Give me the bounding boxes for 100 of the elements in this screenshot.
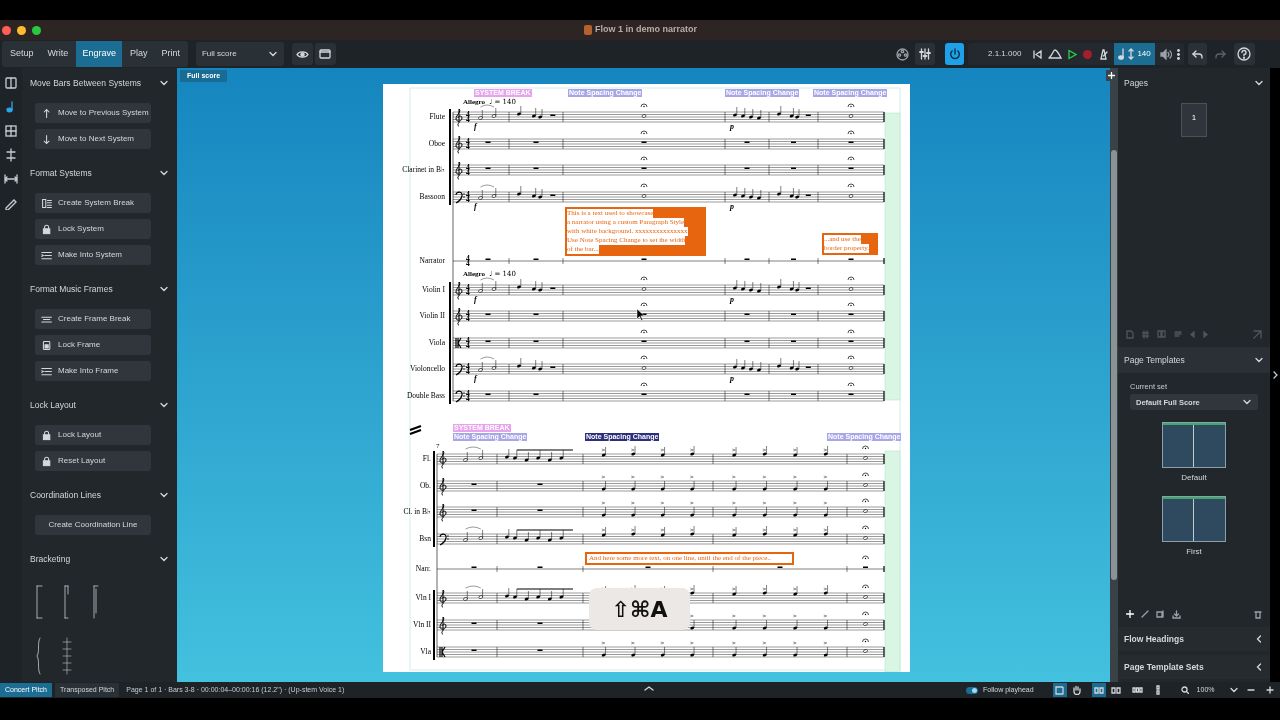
grid-icon bbox=[4, 124, 18, 138]
tool-button[interactable] bbox=[3, 172, 19, 186]
select-tool-button[interactable] bbox=[1052, 683, 1067, 697]
page-thumbnail[interactable]: 1 bbox=[1181, 103, 1207, 137]
hand-icon bbox=[1071, 685, 1081, 695]
page-icon bbox=[1126, 329, 1134, 339]
import-icon bbox=[1172, 609, 1181, 619]
panel-button[interactable]: Lock Frame bbox=[35, 335, 151, 355]
section-header[interactable]: Move Bars Between Systems bbox=[22, 71, 177, 95]
zoom-in-button[interactable] bbox=[1265, 686, 1274, 694]
panel-button[interactable]: Lock Layout bbox=[35, 425, 151, 445]
triangle-left-icon bbox=[1190, 330, 1195, 338]
power-button[interactable] bbox=[945, 43, 964, 65]
panel-button[interactable]: Make Into Frame bbox=[35, 361, 151, 381]
layout-dropdown[interactable]: Full score bbox=[195, 42, 284, 66]
add-button[interactable] bbox=[1106, 70, 1117, 81]
window-icon bbox=[319, 49, 332, 59]
template-thumbnail[interactable] bbox=[1162, 496, 1226, 543]
kebab-menu-icon bbox=[1176, 48, 1180, 60]
tool-button[interactable] bbox=[3, 124, 19, 138]
expand-icon[interactable] bbox=[644, 685, 654, 691]
section-header[interactable]: Flow Headings bbox=[1118, 627, 1270, 651]
view-mode-button[interactable] bbox=[1091, 683, 1106, 697]
skip-back-icon bbox=[1032, 48, 1044, 60]
mode-tab[interactable]: Write bbox=[41, 41, 75, 67]
trash-icon bbox=[1254, 609, 1262, 619]
section-header[interactable]: Page Template Sets bbox=[1118, 655, 1270, 679]
chevron-down-icon bbox=[159, 168, 169, 178]
section-header[interactable]: Format Systems bbox=[22, 161, 177, 185]
width-arrows-icon bbox=[4, 172, 18, 186]
metronome-button[interactable] bbox=[1098, 48, 1110, 60]
minimize-window-button[interactable] bbox=[17, 25, 26, 35]
view-mode-button[interactable] bbox=[1155, 685, 1160, 695]
panel-button[interactable]: Move to Previous System bbox=[35, 103, 151, 123]
help-button[interactable] bbox=[1233, 43, 1255, 65]
metronome-icon bbox=[1098, 48, 1110, 60]
window-layout-button[interactable] bbox=[314, 43, 336, 65]
keystroke-overlay: ⇧⌘A bbox=[589, 588, 690, 630]
system-break-icon bbox=[41, 197, 52, 209]
section-header[interactable]: Page Templates bbox=[1118, 347, 1270, 373]
mode-tab[interactable]: Play bbox=[123, 41, 154, 67]
slash-mark-icon bbox=[409, 425, 422, 435]
sub-bracket-icon bbox=[62, 585, 72, 619]
eye-icon bbox=[295, 49, 309, 59]
template-thumbnail[interactable] bbox=[1162, 422, 1226, 469]
panel-button[interactable]: Reset Layout bbox=[35, 451, 151, 471]
section-header[interactable]: Coordination Lines bbox=[22, 483, 177, 507]
section-header[interactable]: Bracketing bbox=[22, 547, 177, 571]
fermata-rest-icon bbox=[862, 555, 869, 568]
sliders-icon bbox=[919, 48, 931, 60]
panel-button[interactable]: Move to Next System bbox=[35, 129, 151, 149]
tool-button[interactable] bbox=[3, 76, 19, 90]
chevron-down-icon bbox=[1254, 78, 1264, 88]
section-header[interactable]: Format Music Frames bbox=[22, 277, 177, 301]
mode-tab[interactable]: Setup bbox=[4, 41, 40, 67]
tempo-button[interactable]: 140 bbox=[1114, 43, 1155, 65]
close-window-button[interactable] bbox=[2, 25, 11, 35]
dynamic-marking: f bbox=[474, 123, 477, 131]
template-name: First bbox=[1186, 546, 1202, 559]
chevron-left-icon bbox=[1254, 634, 1264, 644]
zoom-out-button[interactable] bbox=[1246, 686, 1255, 694]
mode-tab[interactable]: Print bbox=[155, 41, 186, 67]
section-header[interactable]: Lock Layout bbox=[22, 393, 177, 417]
mode-tab[interactable]: Engrave bbox=[76, 41, 122, 67]
view-mode-button[interactable] bbox=[1131, 687, 1143, 693]
grid-bracket-icon bbox=[62, 637, 72, 675]
plus-icon bbox=[1265, 686, 1274, 694]
follow-toggle[interactable] bbox=[966, 686, 978, 694]
panel-button[interactable]: Create Frame Break bbox=[35, 309, 151, 329]
dynamic-marking: p bbox=[730, 123, 734, 131]
panel-button[interactable]: Make Into System bbox=[35, 245, 151, 265]
rewind-button[interactable] bbox=[1032, 48, 1044, 60]
undo-button[interactable] bbox=[1187, 43, 1207, 65]
play-button[interactable] bbox=[1067, 48, 1078, 60]
pages-column-icon bbox=[1155, 685, 1160, 695]
spacing-icon bbox=[4, 148, 18, 162]
window-title: Flow 1 in demo narrator bbox=[595, 23, 697, 36]
hand-tool-button[interactable] bbox=[1071, 685, 1081, 695]
chevron-down-icon bbox=[159, 78, 169, 88]
panel-button[interactable]: Lock System bbox=[35, 219, 151, 239]
view-options-button[interactable] bbox=[291, 43, 313, 65]
indent-icon bbox=[41, 365, 52, 377]
view-mode-button[interactable] bbox=[1110, 686, 1121, 694]
zoom-window-button[interactable] bbox=[32, 25, 41, 35]
chevron-right-icon bbox=[1272, 370, 1278, 380]
mixer-button[interactable] bbox=[915, 43, 935, 65]
panel-button[interactable]: Create System Break bbox=[35, 193, 151, 213]
note-icon bbox=[1118, 48, 1126, 60]
panel-button[interactable]: Create Coordination Line bbox=[35, 515, 151, 535]
power-icon bbox=[948, 48, 961, 60]
app-icon bbox=[584, 24, 592, 35]
more-button[interactable] bbox=[1176, 48, 1180, 60]
volume-button[interactable] bbox=[1159, 48, 1172, 60]
up-down-arrow-icon bbox=[1128, 48, 1135, 60]
section-header[interactable]: Pages bbox=[1118, 71, 1270, 95]
chevron-left-icon bbox=[1254, 662, 1264, 672]
film-reel-icon bbox=[895, 47, 909, 61]
triangle-right-icon bbox=[1203, 330, 1208, 338]
scrollbar[interactable] bbox=[1110, 68, 1118, 682]
playhead-position: 2.1.1.000 bbox=[988, 48, 1022, 60]
